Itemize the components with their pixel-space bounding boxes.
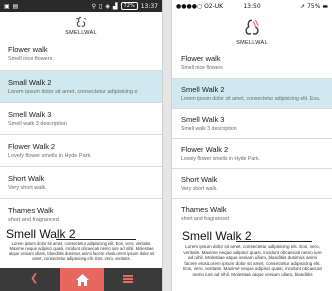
status-time: 13:50 (243, 2, 261, 10)
walk-description: Smell nice flowers (181, 65, 223, 71)
nose-logo-icon (75, 16, 87, 27)
carrier-signal: ●●●●○ O2-UK (176, 2, 224, 10)
walk-title: Short Walk (8, 173, 45, 183)
walk-list-item[interactable]: Smell Walk 3 Smell walk 3 description (172, 108, 332, 138)
brand-name: SMELLWAL (65, 30, 97, 36)
walk-description: Lorem ipsum dolor sit amet, consectetur … (181, 95, 321, 102)
app-logo: SMELLWAL (0, 12, 162, 38)
battery-indicator: 72% (120, 2, 138, 10)
walk-list-item-selected[interactable]: Small Walk 2 Lorem ipsum dolor sit amet,… (0, 70, 162, 102)
home-button[interactable] (60, 268, 104, 291)
vibrate-icon: ▯ (99, 2, 103, 10)
location-icon: ⚲ (91, 2, 97, 10)
walk-description: Smell nice flowers (8, 56, 53, 62)
title-underline (236, 241, 312, 242)
walk-list-item[interactable]: Smell Walk 3 Smell walk 3 description (0, 102, 162, 134)
walk-description: Smell walk 3 description (8, 120, 67, 127)
walk-list-item[interactable]: Flower walk Smell nice flowers (172, 48, 332, 78)
ios-status-bar: ●●●●○ O2-UK 13:50 ➚ 75% ▬ (172, 0, 332, 12)
walk-title: Small Walk 2 (8, 77, 52, 87)
battery-icon: ▬ (322, 2, 329, 10)
walk-detail-panel: Smell Walk 2 Lorem ipsum dolor sit amet,… (0, 228, 162, 268)
image-notification-icon: ▣ (4, 2, 10, 10)
walk-title: Flower walk (181, 54, 221, 63)
wifi-icon: ◈ (105, 2, 110, 10)
walk-description: Lorem ipsum dolor sit amet, consectetur … (8, 88, 138, 95)
walk-title: Thames Walk (8, 205, 54, 215)
title-underline (56, 239, 136, 240)
walk-description: Very short walk. (181, 185, 218, 192)
walk-list-item[interactable]: Thames Walk short and fragranced (0, 198, 162, 230)
android-screen: ▣ ▤ ⚲ ▯ ◈ ▟ 72% 13:37 SMELLWAL Flower wa… (0, 0, 163, 291)
battery-indicator: ➚ 75% ▬ (300, 2, 329, 10)
walk-list-item-selected[interactable]: Smell Walk 2 Lorem ipsum dolor sit amet,… (172, 78, 332, 108)
status-time: 13:37 (140, 2, 158, 10)
detail-body: Lorem ipsum dolor sit amet, consectetur … (8, 241, 155, 261)
nose-logo-icon (245, 19, 259, 35)
walk-title: Flower walk (8, 45, 48, 54)
walk-list-item[interactable]: Short Walk Very short walk. (172, 168, 332, 198)
walk-list: Flower walk Smell nice flowers Smell Wal… (172, 48, 332, 228)
detail-body: Lorem ipsum dolor sit amet, consectetur … (183, 244, 322, 277)
walk-description: Smell walk 3 description (181, 125, 237, 132)
walk-list-item[interactable]: Flower Walk 2 Lovely flower smells in Hy… (172, 138, 332, 168)
walk-title: Smell Walk 2 (181, 84, 225, 94)
location-arrow-icon: ➚ (300, 2, 306, 10)
walk-title: Short Walk (181, 174, 218, 184)
bottom-nav-bar: ❮ (0, 268, 162, 291)
walk-list-item[interactable]: Short Walk Very short walk. (0, 166, 162, 198)
walk-title: Smell Walk 3 (8, 109, 52, 119)
walk-description: Very short walk. (8, 184, 47, 191)
walk-list-item[interactable]: Flower Walk 2 Lovely flower smells in Hy… (0, 134, 162, 166)
walk-description: short and fragranced (181, 215, 229, 222)
home-icon (75, 273, 89, 286)
brand-name: SMELLWAL (236, 40, 268, 46)
signal-icon: ▟ (112, 2, 118, 10)
back-arrow-icon[interactable]: ❮ (30, 273, 38, 284)
walk-description: Lovely flower smells in Hyde Park. (181, 155, 260, 162)
walk-list: Flower walk Smell nice flowers Small Wal… (0, 38, 162, 230)
app-logo: SMELLWAL (172, 12, 332, 48)
walk-list-item[interactable]: Flower walk Smell nice flowers (0, 38, 162, 70)
walk-title: Thames Walk (181, 204, 227, 214)
menu-icon[interactable] (123, 275, 133, 283)
walk-description: Lovely flower smells in Hyde Park. (8, 152, 92, 159)
walk-title: Flower Walk 2 (181, 144, 229, 154)
android-status-bar: ▣ ▤ ⚲ ▯ ◈ ▟ 72% 13:37 (0, 0, 162, 12)
ios-screen: ●●●●○ O2-UK 13:50 ➚ 75% ▬ SMELLWAL Flowe… (171, 0, 332, 291)
walk-title: Flower Walk 2 (8, 141, 56, 151)
walk-description: short and fragranced (8, 216, 59, 223)
sd-notification-icon: ▤ (12, 2, 19, 10)
walk-detail-panel: Smell Walk 2 Lorem ipsum dolor sit amet,… (172, 230, 332, 291)
walk-title: Smell Walk 3 (181, 114, 225, 124)
screenshot-stage: ▣ ▤ ⚲ ▯ ◈ ▟ 72% 13:37 SMELLWAL Flower wa… (0, 0, 332, 291)
walk-list-item[interactable]: Thames Walk short and fragranced (172, 198, 332, 228)
